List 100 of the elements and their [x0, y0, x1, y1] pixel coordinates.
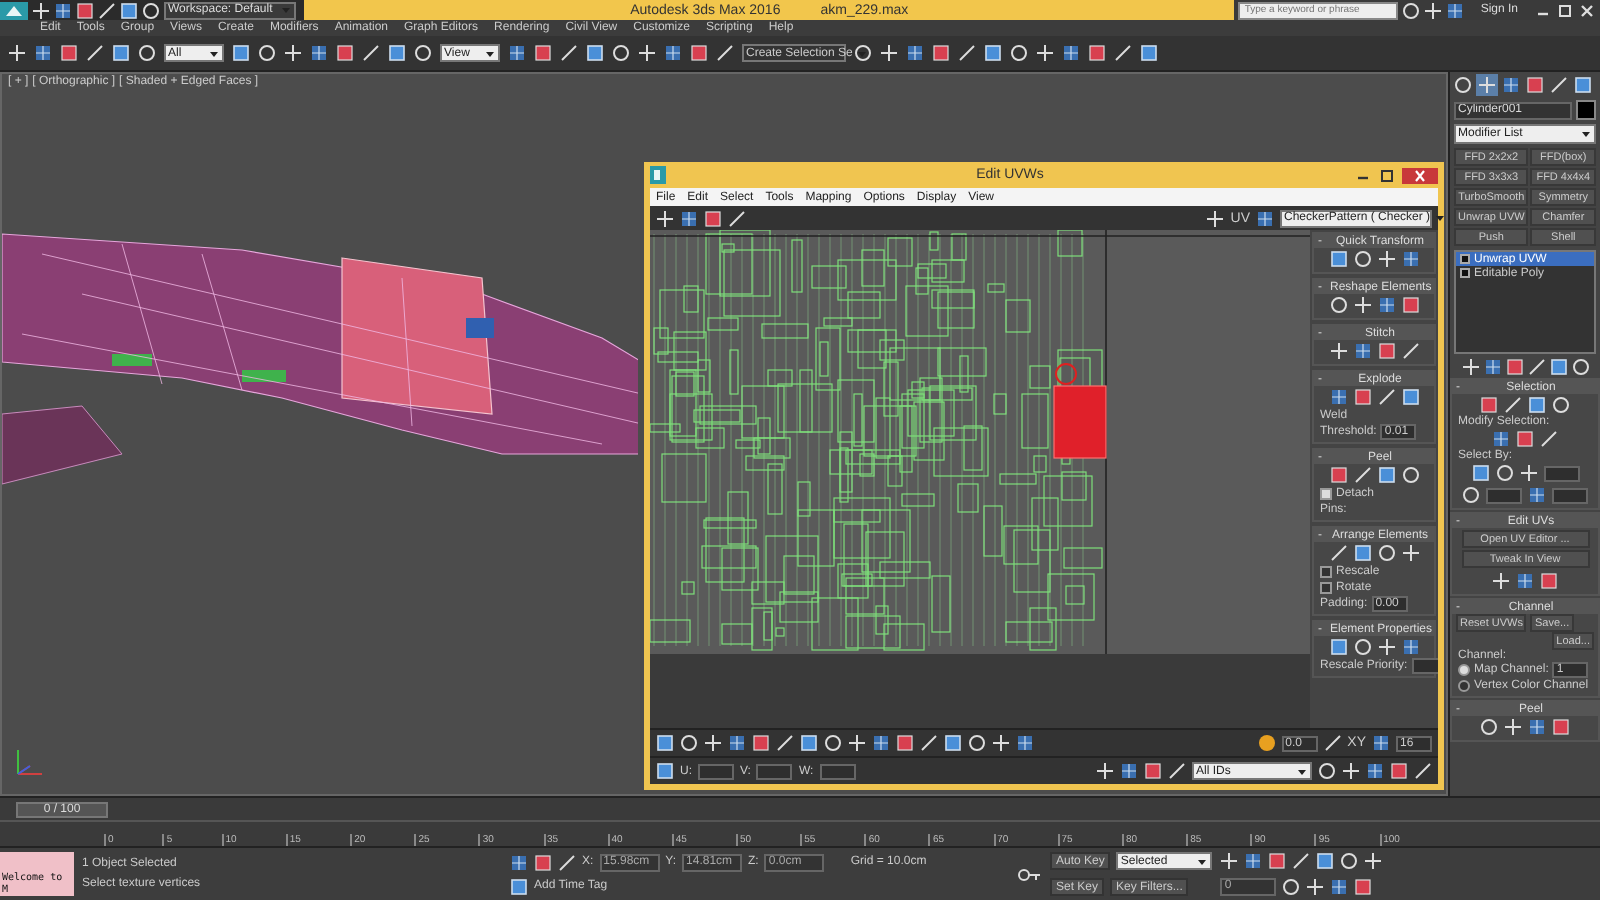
grid-icon[interactable]: [34, 44, 52, 62]
line-icon[interactable]: [1323, 734, 1342, 752]
circle-icon[interactable]: [1353, 250, 1371, 268]
cross-arrows-icon[interactable]: [848, 734, 866, 752]
square-icon[interactable]: [534, 44, 552, 62]
line-icon[interactable]: [98, 1, 116, 19]
checkbox[interactable]: [1320, 488, 1332, 500]
circle-icon[interactable]: [258, 44, 276, 62]
square-icon[interactable]: [1377, 466, 1395, 484]
square-icon[interactable]: [1377, 342, 1395, 360]
grid-icon[interactable]: [54, 1, 72, 19]
circle-icon[interactable]: [1010, 44, 1028, 62]
panel-tab[interactable]: [1476, 74, 1498, 96]
circle-icon[interactable]: [1329, 296, 1347, 314]
circle-icon[interactable]: [680, 734, 698, 752]
cross-arrows-icon[interactable]: [32, 1, 50, 19]
square-icon[interactable]: [1480, 396, 1498, 414]
grid-icon[interactable]: [1062, 44, 1080, 62]
circle-icon[interactable]: [138, 44, 156, 62]
square-icon[interactable]: [1329, 250, 1347, 268]
square-icon[interactable]: [656, 734, 674, 752]
line-icon[interactable]: [1377, 388, 1395, 406]
square-icon[interactable]: [76, 1, 94, 19]
cross-arrows-icon[interactable]: [880, 44, 898, 62]
grid-icon[interactable]: [1377, 296, 1395, 314]
grid-icon[interactable]: [1401, 250, 1419, 268]
line-icon[interactable]: [920, 734, 938, 752]
square-icon[interactable]: [984, 44, 1002, 62]
grid-icon[interactable]: [1366, 762, 1384, 780]
square-icon[interactable]: [1401, 296, 1419, 314]
square-icon[interactable]: [1549, 358, 1567, 376]
grid-icon[interactable]: [1401, 638, 1419, 656]
circle-icon[interactable]: [968, 734, 986, 752]
square-icon[interactable]: [510, 877, 528, 895]
square-icon[interactable]: [112, 44, 130, 62]
circle-icon[interactable]: [824, 734, 842, 752]
line-icon[interactable]: [1114, 44, 1132, 62]
line-icon[interactable]: [776, 734, 794, 752]
circle-icon[interactable]: [1282, 878, 1301, 896]
circle-icon[interactable]: [142, 1, 160, 19]
line-icon[interactable]: [1292, 852, 1311, 870]
circle-icon[interactable]: [1402, 1, 1421, 19]
grid-icon[interactable]: [510, 853, 528, 871]
square-icon[interactable]: [1329, 466, 1347, 484]
line-icon[interactable]: [728, 209, 746, 227]
square-icon[interactable]: [1140, 44, 1158, 62]
square-icon[interactable]: [1471, 464, 1489, 482]
maximize-icon[interactable]: [1378, 167, 1396, 183]
panel-tab[interactable]: [1452, 74, 1474, 96]
line-icon[interactable]: [1504, 396, 1522, 414]
square-icon[interactable]: [1505, 358, 1523, 376]
circle-icon[interactable]: [1257, 734, 1276, 752]
cross-arrows-icon[interactable]: [1424, 1, 1443, 19]
grid-icon[interactable]: [1516, 572, 1534, 590]
grid-icon[interactable]: [664, 44, 682, 62]
square-icon[interactable]: [1353, 544, 1371, 562]
cross-arrows-icon[interactable]: [1342, 762, 1360, 780]
cross-arrows-icon[interactable]: [1206, 209, 1225, 227]
square-icon[interactable]: [1528, 396, 1546, 414]
circle-icon[interactable]: [854, 44, 872, 62]
cross-arrows-icon[interactable]: [1377, 250, 1395, 268]
square-icon[interactable]: [586, 44, 604, 62]
square-icon[interactable]: [704, 209, 722, 227]
square-icon[interactable]: [534, 853, 552, 871]
square-icon[interactable]: [1329, 638, 1347, 656]
close-icon[interactable]: [1402, 167, 1438, 183]
key-icon[interactable]: [1018, 865, 1042, 883]
cross-arrows-icon[interactable]: [1461, 358, 1479, 376]
checkbox[interactable]: [1320, 582, 1332, 594]
square-icon[interactable]: [1088, 44, 1106, 62]
grid-icon[interactable]: [1353, 342, 1371, 360]
line-icon[interactable]: [716, 44, 734, 62]
number-spinner[interactable]: [1552, 487, 1588, 503]
grid-icon[interactable]: [1492, 430, 1510, 448]
square-icon[interactable]: [1268, 852, 1287, 870]
radio-button[interactable]: [1458, 680, 1470, 692]
grid-icon[interactable]: [1330, 878, 1349, 896]
close-icon[interactable]: [1578, 1, 1596, 19]
cross-arrows-icon[interactable]: [1353, 296, 1371, 314]
circle-icon[interactable]: [1401, 466, 1419, 484]
coordinate-field[interactable]: [819, 763, 856, 779]
line-icon[interactable]: [362, 44, 380, 62]
square-icon[interactable]: [800, 734, 818, 752]
grid-icon[interactable]: [1528, 718, 1546, 736]
cross-arrows-icon[interactable]: [656, 209, 674, 227]
grid-icon[interactable]: [1329, 388, 1347, 406]
checkbox[interactable]: [1320, 566, 1332, 578]
viewport[interactable]: [0, 72, 1448, 796]
grid-icon[interactable]: [1446, 1, 1465, 19]
grid-icon[interactable]: [1120, 762, 1138, 780]
line-icon[interactable]: [1353, 466, 1371, 484]
line-icon[interactable]: [1401, 342, 1419, 360]
grid-icon[interactable]: [1483, 358, 1501, 376]
square-icon[interactable]: [932, 44, 950, 62]
circle-icon[interactable]: [1340, 852, 1359, 870]
square-icon[interactable]: [1516, 430, 1534, 448]
cross-arrows-icon[interactable]: [1401, 544, 1419, 562]
square-icon[interactable]: [1144, 762, 1162, 780]
coordinate-field[interactable]: [698, 763, 734, 779]
circle-icon[interactable]: [1377, 544, 1395, 562]
